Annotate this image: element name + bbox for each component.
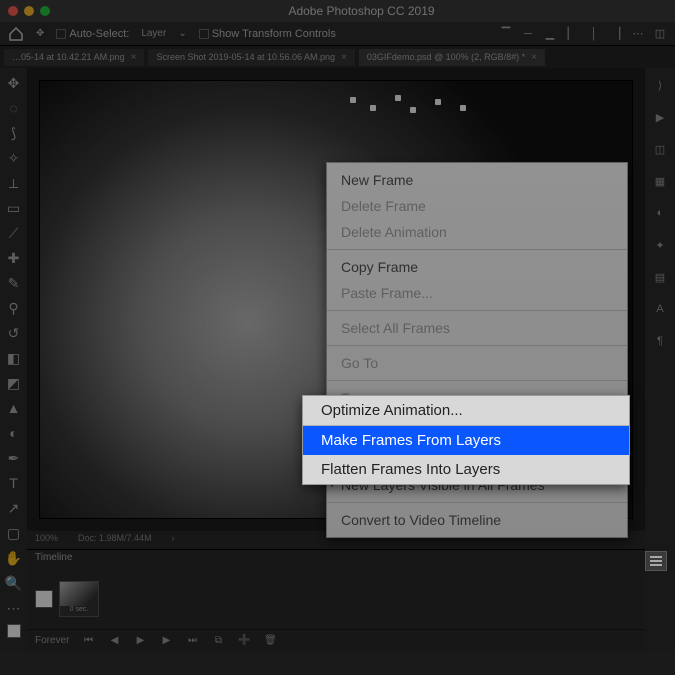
history-brush-icon[interactable]: ↺ [5, 324, 23, 342]
next-frame-icon[interactable]: ▶ [159, 634, 173, 648]
align-left-icon[interactable]: ▏ [565, 27, 579, 41]
move-tool-icon[interactable]: ✥ [36, 28, 44, 39]
menu-item-flatten-frames-into-layers[interactable]: Flatten Frames Into Layers [303, 455, 629, 484]
layers-panel-icon[interactable]: ▤ [651, 268, 669, 286]
hand-tool-icon[interactable]: ✋ [5, 549, 23, 567]
frame-tool-icon[interactable]: ▭ [5, 199, 23, 217]
auto-select-checkbox[interactable]: Auto-Select: [56, 28, 129, 40]
stamp-tool-icon[interactable]: ⚲ [5, 299, 23, 317]
menu-item: Delete Frame [327, 193, 627, 219]
loop-dropdown[interactable]: Forever [35, 635, 69, 646]
styles-panel-icon[interactable]: ✦ [651, 236, 669, 254]
document-tabs: …05-14 at 10.42.21 AM.png× Screen Shot 2… [0, 46, 675, 68]
close-icon[interactable]: × [341, 52, 347, 63]
eyedropper-tool-icon[interactable]: ⟋ [5, 224, 23, 242]
timeline-frame[interactable]: 0 sec. [59, 581, 99, 617]
align-vmid-icon[interactable]: ─ [521, 27, 535, 41]
align-right-icon[interactable]: ▕ [609, 27, 623, 41]
menu-item: Delete Animation [327, 219, 627, 245]
brush-tool-icon[interactable]: ✎ [5, 274, 23, 292]
home-icon[interactable] [8, 27, 24, 41]
timeline-controls: Forever ⏮ ◀ ▶ ▶ ⏭ ⧉ ➕ 🗑 [27, 629, 645, 651]
options-bar: ✥ Auto-Select: Layer ⌄ Show Transform Co… [0, 22, 675, 46]
tool-palette: ✥ ◌ ⟆ ✧ ⟂ ▭ ⟋ ✚ ✎ ⚲ ↺ ◧ ◩ ▲ ◐ ✒ T ↗ ▢ ✋ … [0, 68, 27, 651]
more-icon[interactable]: ⋯ [631, 27, 645, 41]
3d-mode-icon[interactable]: ◫ [653, 27, 667, 41]
last-frame-icon[interactable]: ⏭ [185, 634, 199, 648]
zoom-level[interactable]: 100% [35, 533, 58, 547]
paragraphs-panel-icon[interactable]: ¶ [651, 332, 669, 350]
frame-duration[interactable]: 0 sec. [60, 606, 98, 616]
document-tab[interactable]: 03GIFdemo.psd @ 100% (2, RGB/8#) *× [359, 49, 545, 66]
layer-dropdown[interactable]: Layer [141, 28, 166, 39]
type-panel-icon[interactable]: A [651, 300, 669, 318]
heal-tool-icon[interactable]: ✚ [5, 249, 23, 267]
adjustments-panel-icon[interactable]: ◐ [651, 204, 669, 222]
menu-item-optimize-animation[interactable]: Optimize Animation... [303, 396, 629, 425]
menu-item: Paste Frame... [327, 280, 627, 306]
align-top-icon[interactable]: ▔ [499, 27, 513, 41]
dropdown-chevron-icon[interactable]: ⌄ [178, 28, 186, 39]
timeline-context-menu-highlight[interactable]: Optimize Animation... Make Frames From L… [302, 395, 630, 485]
status-chevron-icon[interactable]: › [172, 533, 175, 547]
document-tab[interactable]: …05-14 at 10.42.21 AM.png× [4, 49, 144, 66]
frame-thumbnail [60, 582, 98, 606]
align-hmid-icon[interactable]: │ [587, 27, 601, 41]
timeline-menu-button[interactable] [645, 551, 667, 571]
menu-item-make-frames-from-layers[interactable]: Make Frames From Layers [303, 426, 629, 455]
gradient-tool-icon[interactable]: ◩ [5, 374, 23, 392]
selection-handles [340, 93, 520, 123]
first-frame-icon[interactable]: ⏮ [81, 634, 95, 648]
lasso-tool-icon[interactable]: ⟆ [5, 124, 23, 142]
eraser-tool-icon[interactable]: ◧ [5, 349, 23, 367]
prev-frame-icon[interactable]: ◀ [107, 634, 121, 648]
menu-item: Go To [327, 350, 627, 376]
more-tools-icon[interactable]: ⋯ [5, 599, 23, 617]
menu-item[interactable]: Copy Frame [327, 254, 627, 280]
timeline-swatch[interactable] [35, 590, 53, 608]
dodge-tool-icon[interactable]: ◐ [5, 424, 23, 442]
zoom-tool-icon[interactable]: 🔍 [5, 574, 23, 592]
wand-tool-icon[interactable]: ✧ [5, 149, 23, 167]
menu-item[interactable]: New Frame [327, 167, 627, 193]
tween-icon[interactable]: ⧉ [211, 634, 225, 648]
traffic-light-zoom[interactable] [40, 6, 50, 16]
menu-item: Select All Frames [327, 315, 627, 341]
shape-tool-icon[interactable]: ▢ [5, 524, 23, 542]
menu-item[interactable]: Convert to Video Timeline [327, 507, 627, 533]
swatches-panel-icon[interactable]: ▦ [651, 172, 669, 190]
marquee-tool-icon[interactable]: ◌ [5, 99, 23, 117]
show-transform-checkbox[interactable]: Show Transform Controls [199, 28, 336, 40]
new-frame-icon[interactable]: ➕ [237, 634, 251, 648]
move-tool-icon[interactable]: ✥ [5, 74, 23, 92]
app-title: Adobe Photoshop CC 2019 [56, 4, 667, 18]
mac-titlebar: Adobe Photoshop CC 2019 [0, 0, 675, 22]
traffic-light-minimize[interactable] [24, 6, 34, 16]
foreground-swatch[interactable] [7, 624, 21, 638]
play-icon[interactable]: ▶ [651, 108, 669, 126]
pen-tool-icon[interactable]: ✒ [5, 449, 23, 467]
timeline-panel: 0 sec. [27, 569, 645, 629]
color-panel-icon[interactable]: ◫ [651, 140, 669, 158]
traffic-light-close[interactable] [8, 6, 18, 16]
blur-tool-icon[interactable]: ▲ [5, 399, 23, 417]
path-tool-icon[interactable]: ↗ [5, 499, 23, 517]
expand-panels-icon[interactable]: ⟩ [651, 76, 669, 94]
close-icon[interactable]: × [531, 52, 537, 63]
delete-frame-icon[interactable]: 🗑 [263, 634, 277, 648]
doc-size: Doc: 1.98M/7.44M [78, 533, 152, 547]
document-tab[interactable]: Screen Shot 2019-05-14 at 10.56.06 AM.pn… [148, 49, 354, 66]
type-tool-icon[interactable]: T [5, 474, 23, 492]
close-icon[interactable]: × [131, 52, 137, 63]
timeline-tab[interactable]: Timeline [27, 549, 645, 569]
align-bottom-icon[interactable]: ▁ [543, 27, 557, 41]
crop-tool-icon[interactable]: ⟂ [5, 174, 23, 192]
play-icon[interactable]: ▶ [133, 634, 147, 648]
